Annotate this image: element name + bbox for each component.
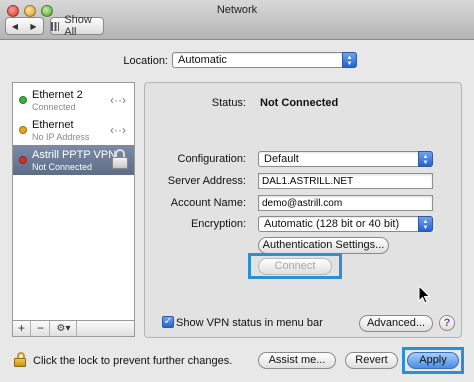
service-name: Ethernet 2	[32, 89, 83, 101]
show-all-label: Show All	[64, 14, 92, 38]
status-label: Status:	[211, 97, 246, 109]
mouse-cursor-icon	[418, 285, 431, 304]
service-status: No IP Address	[32, 132, 90, 142]
encryption-value: Automatic (128 bit or 40 bit)	[264, 218, 400, 230]
popup-arrows-icon: ▲ ▼	[418, 151, 433, 167]
apply-button[interactable]: Apply	[407, 352, 459, 369]
configuration-popup[interactable]: Default ▲ ▼	[258, 151, 433, 167]
help-icon[interactable]: ?	[439, 315, 455, 331]
authentication-settings-button[interactable]: Authentication Settings...	[258, 237, 389, 254]
location-label: Location:	[123, 55, 168, 67]
remove-service-button[interactable]: −	[32, 321, 50, 336]
lock-icon[interactable]	[14, 352, 26, 368]
detail-panel: Status: Not Connected Configuration: Def…	[144, 82, 462, 338]
title-bar: Network ◀ ▶ Show All	[0, 0, 474, 40]
revert-button[interactable]: Revert	[345, 352, 398, 369]
lock-description: Click the lock to prevent further change…	[33, 355, 233, 367]
location-popup[interactable]: Automatic ▲ ▼	[172, 52, 357, 68]
show-vpn-status-checkbox[interactable]: ✓	[162, 316, 174, 328]
account-name-label: Account Name:	[170, 197, 246, 209]
ethernet-icon: ‹··›	[110, 93, 126, 107]
action-menu-button[interactable]: ⚙▾	[51, 321, 77, 336]
status-value: Not Connected	[260, 97, 339, 109]
encryption-label: Encryption:	[190, 218, 246, 230]
forward-button[interactable]: ▶	[24, 17, 44, 35]
service-status: Not Connected	[32, 162, 93, 172]
popup-arrows-icon: ▲ ▼	[342, 52, 357, 68]
assist-me-button[interactable]: Assist me...	[258, 352, 336, 369]
configuration-value: Default	[264, 153, 299, 165]
ethernet-icon: ‹··›	[110, 123, 126, 137]
account-name-field[interactable]	[258, 195, 433, 211]
server-address-field[interactable]	[258, 173, 433, 189]
vpn-lock-icon	[112, 149, 128, 171]
location-row: Location: Automatic ▲ ▼	[0, 52, 474, 70]
popup-arrows-icon: ▲ ▼	[418, 216, 433, 232]
service-list-toolbar: + − ⚙▾	[12, 321, 135, 337]
service-name: Astrill PPTP VPN	[32, 149, 117, 161]
advanced-button[interactable]: Advanced...	[359, 315, 433, 332]
service-name: Ethernet	[32, 119, 74, 131]
show-vpn-status-label: Show VPN status in menu bar	[176, 317, 323, 329]
service-item-ethernet[interactable]: Ethernet No IP Address ‹··›	[13, 115, 134, 145]
back-arrow-icon: ◀	[11, 21, 19, 31]
service-item-ethernet-2[interactable]: Ethernet 2 Connected ‹··›	[13, 85, 134, 115]
service-status: Connected	[32, 102, 76, 112]
status-dot-yellow-icon	[19, 126, 27, 134]
configuration-label: Configuration:	[177, 153, 247, 165]
forward-arrow-icon: ▶	[30, 21, 37, 31]
location-value: Automatic	[178, 54, 227, 66]
connect-button[interactable]: Connect	[258, 258, 332, 275]
service-item-astrill-pptp-vpn[interactable]: Astrill PPTP VPN Not Connected	[13, 145, 134, 175]
encryption-popup[interactable]: Automatic (128 bit or 40 bit) ▲ ▼	[258, 216, 433, 232]
status-dot-green-icon	[19, 96, 27, 104]
server-address-label: Server Address:	[167, 175, 246, 187]
grid-icon	[51, 21, 60, 31]
add-service-button[interactable]: +	[13, 321, 31, 336]
status-dot-red-icon	[19, 156, 27, 164]
show-all-button[interactable]: Show All	[50, 14, 104, 38]
back-button[interactable]: ◀	[5, 17, 25, 35]
service-list: Ethernet 2 Connected ‹··› Ethernet No IP…	[12, 82, 135, 321]
